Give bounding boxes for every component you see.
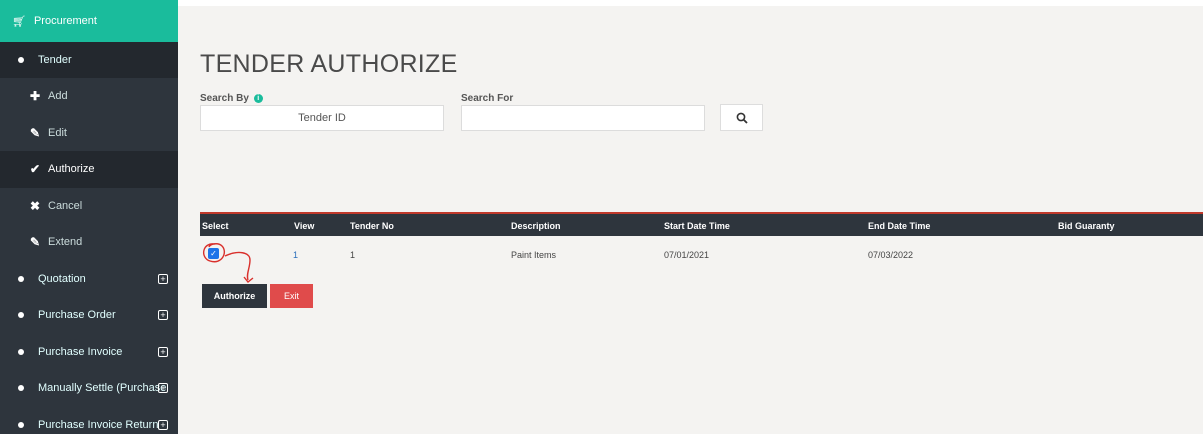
sidebar-item-label: Add <box>48 90 68 103</box>
col-bid-guaranty: Bid Guaranty <box>1058 221 1115 231</box>
search-for-label: Search For <box>461 93 514 104</box>
col-start-date: Start Date Time <box>664 221 730 231</box>
tender-no-cell: 1 <box>350 250 356 260</box>
sidebar-item-purchase-invoice-return[interactable]: Purchase Invoice Return + <box>0 407 178 434</box>
sidebar: 🛒︎ Procurement Tender ✚ Add ✎ Edit ✔ Aut… <box>0 0 178 434</box>
authorize-button[interactable]: Authorize <box>202 284 267 308</box>
sidebar-header-procurement[interactable]: 🛒︎ Procurement <box>0 0 178 42</box>
col-select: Select <box>202 221 229 231</box>
exit-button[interactable]: Exit <box>270 284 313 308</box>
col-view: View <box>294 221 315 231</box>
sidebar-item-label: Extend <box>48 236 83 249</box>
sidebar-item-label: Purchase Invoice Return <box>38 418 159 431</box>
bullet-icon <box>18 57 24 63</box>
end-date-cell: 07/03/2022 <box>868 250 914 260</box>
table-header: Select View Tender No Description Start … <box>200 212 1203 236</box>
search-by-label: Search By i <box>200 93 263 104</box>
close-icon: ✖ <box>30 198 41 213</box>
sidebar-item-extend[interactable]: ✎ Extend <box>0 224 178 261</box>
plus-icon: ✚ <box>30 89 41 104</box>
sidebar-item-edit[interactable]: ✎ Edit <box>0 114 178 151</box>
sidebar-item-label: Edit <box>48 126 67 139</box>
sidebar-item-label: Authorize <box>48 163 95 176</box>
sidebar-item-purchase-invoice[interactable]: Purchase Invoice + <box>0 334 178 371</box>
view-link[interactable]: 1 <box>293 250 298 260</box>
search-by-label-text: Search By <box>200 93 249 104</box>
col-tender-no: Tender No <box>350 221 394 231</box>
search-icon <box>736 112 748 124</box>
sidebar-item-tender[interactable]: Tender <box>0 42 178 78</box>
bullet-icon <box>18 348 24 355</box>
main-content: TENDER AUTHORIZE Search By i Tender ID S… <box>178 0 1203 434</box>
info-icon[interactable]: i <box>253 93 263 103</box>
expand-icon[interactable]: + <box>158 273 168 284</box>
cart-icon: 🛒︎ <box>12 15 26 28</box>
sidebar-item-authorize[interactable]: ✔ Authorize <box>0 151 178 188</box>
sidebar-item-label: Purchase Invoice <box>38 345 123 358</box>
description-cell: Paint Items <box>511 250 557 260</box>
bullet-icon <box>18 421 24 428</box>
sidebar-item-label: Tender <box>38 54 72 66</box>
search-button[interactable] <box>720 104 763 131</box>
col-end-date: End Date Time <box>868 221 931 231</box>
expand-icon[interactable]: + <box>158 346 168 357</box>
sidebar-item-cancel[interactable]: ✖ Cancel <box>0 187 178 224</box>
annotation-circle-arrow <box>203 243 254 283</box>
page-title: TENDER AUTHORIZE <box>200 50 458 78</box>
sidebar-item-label: Quotation <box>38 272 86 285</box>
expand-icon[interactable]: + <box>158 419 168 430</box>
sidebar-item-quotation[interactable]: Quotation + <box>0 261 178 298</box>
sidebar-item-add[interactable]: ✚ Add <box>0 78 178 115</box>
start-date-cell: 07/01/2021 <box>664 250 710 260</box>
search-for-input[interactable] <box>461 105 705 131</box>
sidebar-header-label: Procurement <box>33 15 97 27</box>
edit-icon: ✎ <box>30 125 41 140</box>
search-by-value: Tender ID <box>298 112 346 124</box>
sidebar-item-label: Purchase Order <box>38 309 116 322</box>
search-by-select[interactable]: Tender ID <box>200 105 444 131</box>
expand-icon[interactable]: + <box>158 310 168 321</box>
edit-icon: ✎ <box>30 235 41 250</box>
bullet-icon <box>18 385 24 392</box>
sidebar-item-manually-settle[interactable]: Manually Settle (Purchase + <box>0 370 178 407</box>
sidebar-item-label: Manually Settle (Purchase <box>38 382 167 395</box>
sidebar-item-purchase-order[interactable]: Purchase Order + <box>0 297 178 334</box>
expand-icon[interactable]: + <box>158 383 168 394</box>
check-icon: ✔ <box>30 162 41 177</box>
sidebar-item-label: Cancel <box>48 199 83 212</box>
col-description: Description <box>511 221 561 231</box>
bullet-icon <box>18 275 24 282</box>
bullet-icon <box>18 312 24 319</box>
